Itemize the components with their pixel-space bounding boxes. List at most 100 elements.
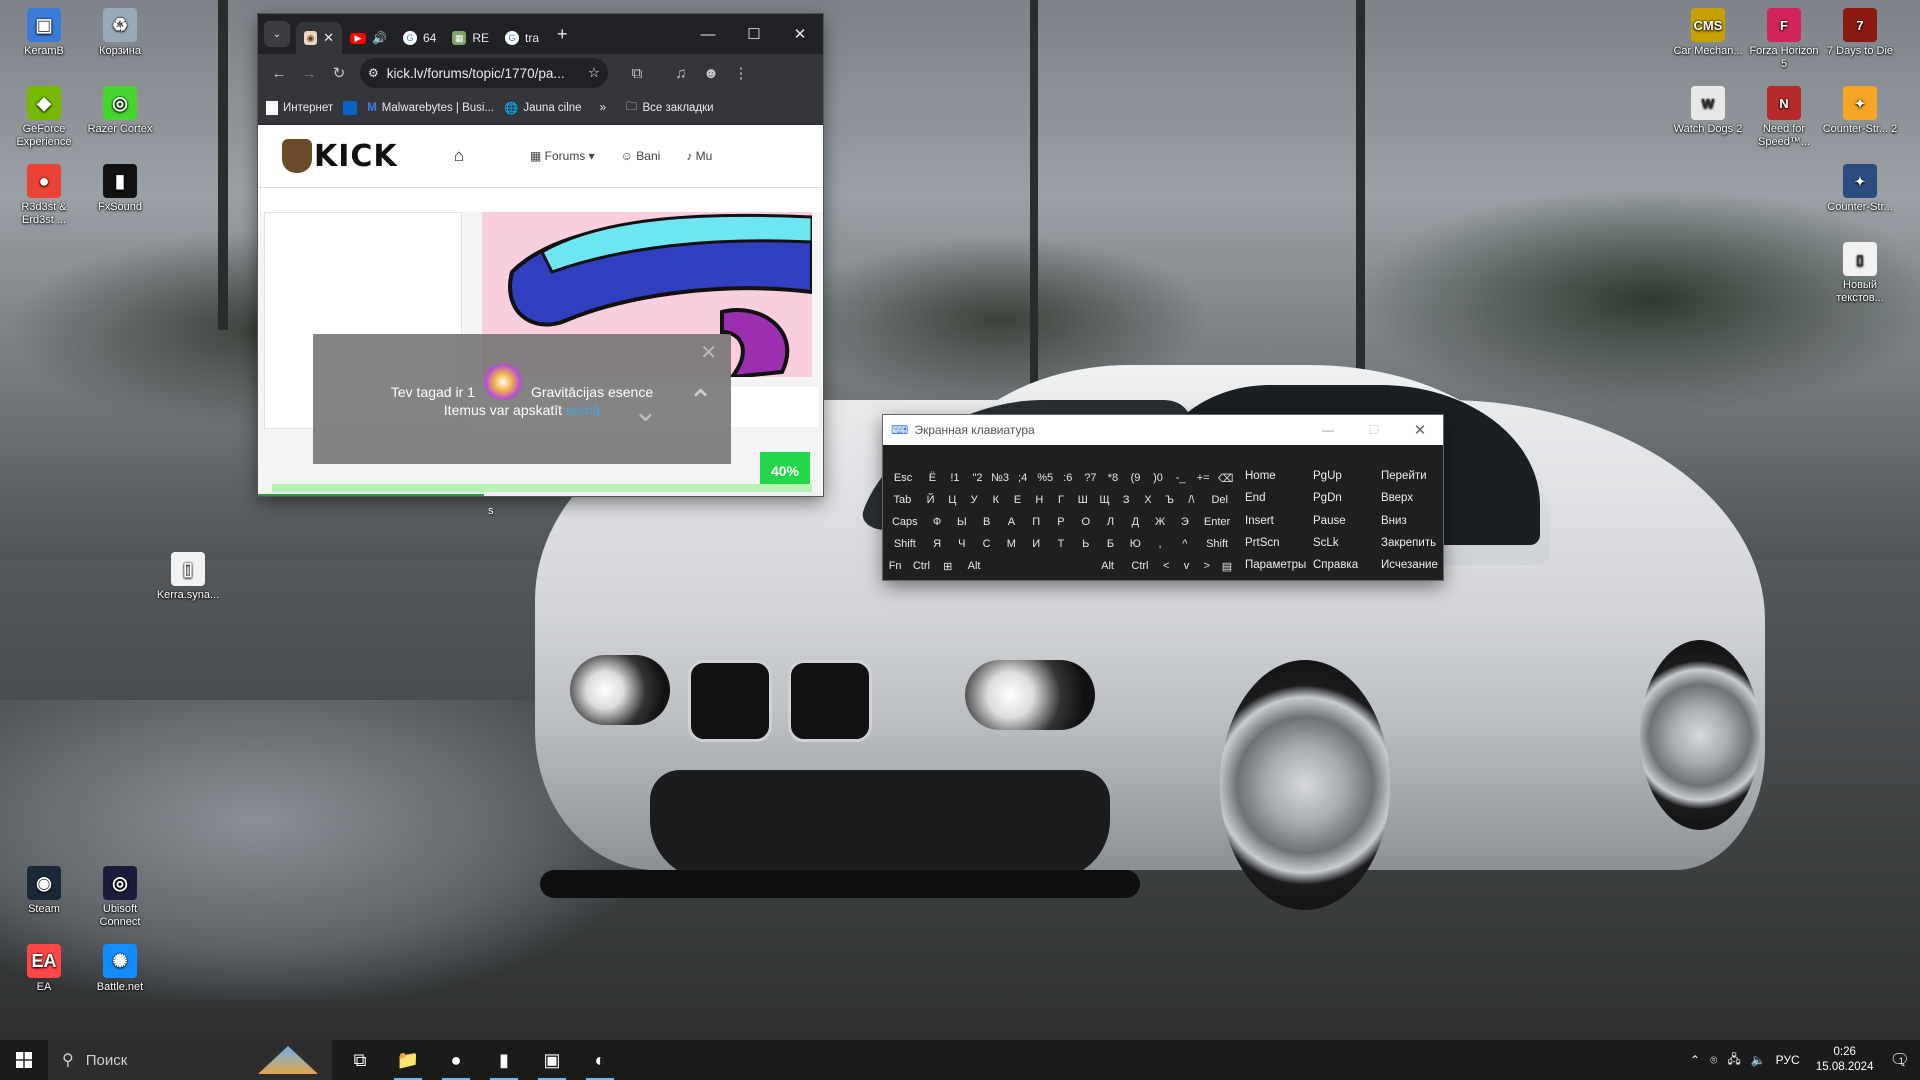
bookmark-internet[interactable]: Интернет — [266, 101, 333, 115]
keyboard-key[interactable]: Й — [920, 494, 942, 506]
keyboard-key[interactable]: Б — [1098, 538, 1123, 550]
desktop-icon[interactable]: ✦ Counter-Str... 2 — [1822, 86, 1898, 136]
keyboard-key[interactable]: -_ — [1169, 472, 1192, 484]
keyboard-key[interactable]: Е — [1007, 494, 1029, 506]
keyboard-key[interactable]: Л — [1098, 516, 1123, 528]
keyboard-key[interactable]: Ж — [1148, 516, 1173, 528]
keyboard-key[interactable]: /\ — [1181, 494, 1203, 506]
keyboard-key[interactable]: ⊞ — [938, 560, 958, 573]
all-bookmarks-button[interactable]: 🗀 Все закладки — [626, 99, 714, 118]
star-icon[interactable]: ☆ — [588, 65, 600, 81]
keyboard-key[interactable]: Д — [1123, 516, 1148, 528]
keyboard-key[interactable]: Р — [1049, 516, 1074, 528]
network-icon[interactable]: 🖧 — [1727, 1050, 1740, 1071]
tab-google-64[interactable]: G 64 — [395, 22, 444, 54]
keyboard-key[interactable]: ScLk — [1307, 537, 1375, 549]
bookmark-malwarebytes[interactable]: M Malwarebytes | Busi... — [367, 102, 494, 114]
keyboard-key[interactable]: Pause — [1307, 515, 1375, 527]
maximize-button[interactable]: ☐ — [731, 25, 777, 43]
taskbar-app-button[interactable]: ▮ — [480, 1040, 528, 1080]
desktop-icon[interactable]: ✺ Battle.net — [82, 944, 158, 994]
onscreen-keyboard-window[interactable]: ⌨ Экранная клавиатура — ☐ ✕ Esc Ё !1 "2 №3 ;4… — [883, 415, 1443, 580]
keyboard-key[interactable]: П — [1024, 516, 1049, 528]
meet-now-icon[interactable]: ⌾ — [1710, 1053, 1717, 1068]
minimize-button[interactable]: — — [685, 26, 731, 43]
desktop-icon[interactable]: ✦ Counter-Str... — [1822, 164, 1898, 214]
keyboard-key[interactable]: Перейти — [1375, 470, 1443, 482]
speaker-icon[interactable]: 🔊 — [372, 31, 387, 45]
desktop-icon[interactable]: ♻ Корзина — [82, 8, 158, 58]
taskbar-app-button[interactable]: ▣ — [528, 1040, 576, 1080]
keyboard-key[interactable]: ;4 — [1011, 472, 1034, 484]
keyboard-key[interactable]: v — [1176, 560, 1196, 572]
keyboard-key[interactable]: У — [963, 494, 985, 506]
close-icon[interactable]: ✕ — [323, 30, 334, 46]
desktop-icon[interactable]: EA EA — [6, 944, 82, 994]
browser-window[interactable]: ⌄ ◉ ✕ ▶ 🔊 G 64 ▦ RE G tra + — ☐ ✕ ← → ↻ — [258, 14, 823, 496]
taskbar-app-button[interactable]: 📁 — [384, 1040, 432, 1080]
keyboard-key[interactable]: О — [1073, 516, 1098, 528]
nav-forums[interactable]: ▦ Forums ▾ — [530, 149, 595, 163]
keyboard-key[interactable]: PgDn — [1307, 492, 1375, 504]
keyboard-key[interactable]: Т — [1049, 538, 1074, 550]
keyboard-key[interactable]: Ctrl — [1124, 560, 1156, 572]
keyboard-key[interactable]: :6 — [1056, 472, 1079, 484]
keyboard-key[interactable]: М — [999, 538, 1024, 550]
language-indicator[interactable]: РУС — [1776, 1053, 1800, 1067]
taskbar-app-button[interactable]: ● — [432, 1040, 480, 1080]
close-window-button[interactable]: ✕ — [777, 25, 823, 43]
keyboard-key[interactable]: > — [1197, 560, 1217, 572]
keyboard-key[interactable]: ?7 — [1079, 472, 1102, 484]
desktop-icon[interactable]: CMS Car Mechan... — [1670, 8, 1746, 58]
keyboard-key[interactable]: Э — [1172, 516, 1197, 528]
desktop-icon[interactable]: F Forza Horizon 5 — [1746, 8, 1822, 71]
keyboard-key[interactable]: Fn — [885, 560, 905, 572]
keyboard-key[interactable]: Вниз — [1375, 515, 1443, 527]
keyboard-key[interactable]: )0 — [1147, 472, 1170, 484]
site-settings-icon[interactable]: ⚙ — [368, 66, 379, 80]
tab-search-button[interactable]: ⌄ — [264, 21, 290, 47]
keyboard-key[interactable]: < — [1156, 560, 1176, 572]
keyboard-key[interactable]: Insert — [1239, 515, 1307, 527]
keyboard-key[interactable]: Alt — [958, 560, 990, 572]
volume-icon[interactable]: 🔈 — [1751, 1053, 1766, 1067]
osk-close-button[interactable]: ✕ — [1397, 421, 1443, 439]
keyboard-key[interactable]: Ц — [942, 494, 964, 506]
keyboard-key[interactable]: Закрепить — [1375, 537, 1443, 549]
desktop-icon[interactable]: ▯ Kerra.syna... — [150, 552, 226, 602]
clock[interactable]: 0:26 15.08.2024 — [1810, 1045, 1880, 1075]
keyboard-key[interactable]: !1 — [944, 472, 967, 484]
forward-button[interactable]: → — [294, 65, 324, 82]
reload-button[interactable]: ↻ — [324, 64, 354, 82]
keyboard-key[interactable]: Ё — [921, 472, 944, 484]
keyboard-key[interactable]: "2 — [966, 472, 989, 484]
keyboard-key[interactable]: PgUp — [1307, 470, 1375, 482]
taskbar-app-button[interactable]: ⧉ — [336, 1040, 384, 1080]
keyboard-key[interactable]: Ъ — [1159, 494, 1181, 506]
keyboard-key[interactable]: %5 — [1034, 472, 1057, 484]
chevron-down-icon[interactable]: ⌄ — [633, 394, 658, 429]
keyboard-key[interactable]: Ctrl — [905, 560, 937, 572]
desktop-icon[interactable]: ▯ Новый текстов... — [1822, 242, 1898, 305]
keyboard-key[interactable]: ▤ — [1217, 560, 1237, 573]
tab-kick[interactable]: ◉ ✕ — [296, 22, 342, 54]
keyboard-key[interactable]: З — [1115, 494, 1137, 506]
keyboard-key[interactable]: Ш — [1072, 494, 1094, 506]
keyboard-key[interactable]: , — [1148, 538, 1173, 550]
address-bar[interactable]: ⚙ kick.lv/forums/topic/1770/pa... ☆ — [360, 58, 608, 88]
keyboard-key[interactable]: ⌫ — [1214, 472, 1237, 485]
keyboard-key[interactable]: А — [999, 516, 1024, 528]
osk-maximize-button[interactable]: ☐ — [1351, 423, 1397, 437]
desktop-icon[interactable]: ◎ Razer Cortex — [82, 86, 158, 136]
keyboard-key[interactable]: Ы — [949, 516, 974, 528]
keyboard-key[interactable]: Del — [1202, 494, 1237, 506]
tray-overflow-icon[interactable]: ⌃ — [1690, 1053, 1700, 1067]
keyboard-key[interactable]: Г — [1050, 494, 1072, 506]
bookmark-jauna-cilne[interactable]: 🌐 Jauna cilne — [504, 101, 582, 115]
desktop-icon[interactable]: ▮ FxSound — [82, 164, 158, 214]
osk-minimize-button[interactable]: — — [1305, 423, 1351, 437]
menu-icon[interactable]: ⋮ — [726, 64, 756, 82]
desktop-icon[interactable]: ● R3d3st & Erd3st ... — [6, 164, 82, 227]
keyboard-key[interactable]: Я — [925, 538, 950, 550]
keyboard-key[interactable]: End — [1239, 492, 1307, 504]
